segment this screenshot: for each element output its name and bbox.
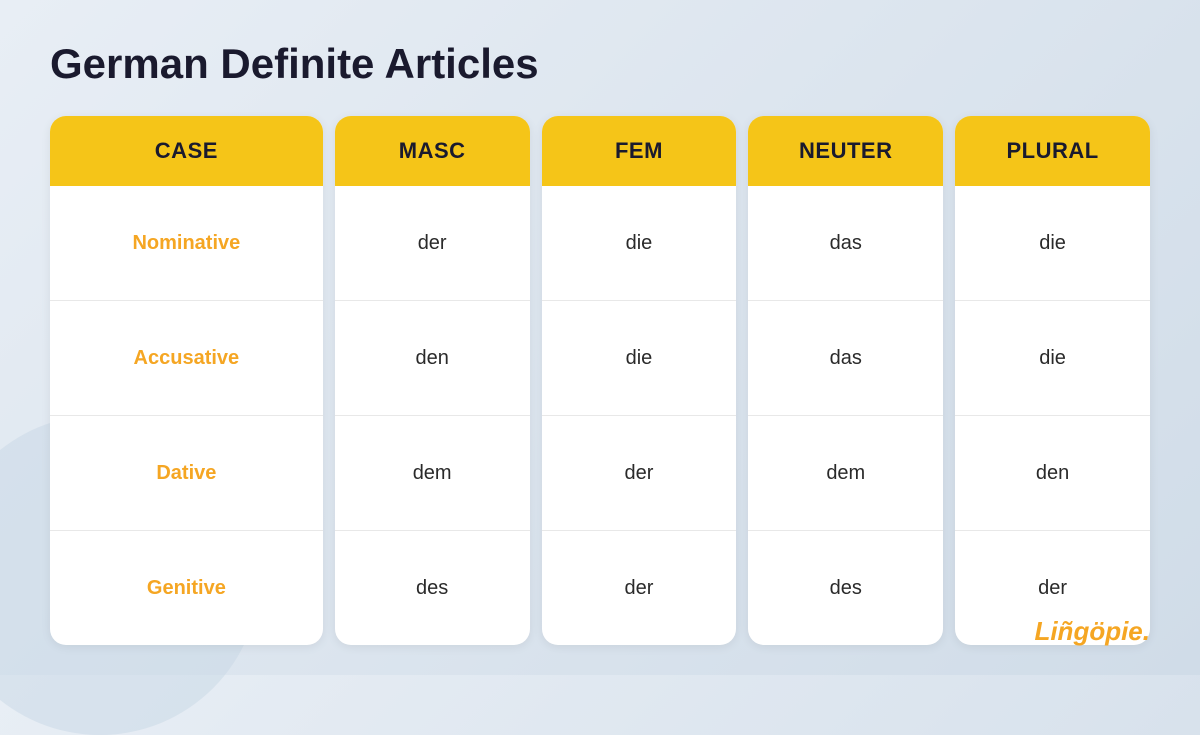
cell-case-row2: Dative	[50, 416, 323, 531]
cell-masc-row1: den	[335, 301, 530, 416]
cell-neuter-row3: des	[748, 531, 943, 645]
column-case: CASENominativeAccusativeDativeGenitive	[50, 116, 323, 645]
cell-neuter-row1: das	[748, 301, 943, 416]
col-body-plural: diediedender	[955, 186, 1150, 645]
col-header-masc: MASC	[335, 116, 530, 186]
column-plural: PLURALdiediedender	[955, 116, 1150, 645]
col-body-case: NominativeAccusativeDativeGenitive	[50, 186, 323, 645]
cell-case-row1: Accusative	[50, 301, 323, 416]
cell-neuter-row0: das	[748, 186, 943, 301]
cell-fem-row2: der	[542, 416, 737, 531]
col-body-masc: derdendemdes	[335, 186, 530, 645]
cell-neuter-row2: dem	[748, 416, 943, 531]
cell-plural-row0: die	[955, 186, 1150, 301]
col-body-fem: diediederder	[542, 186, 737, 645]
col-header-plural: PLURAL	[955, 116, 1150, 186]
cell-fem-row1: die	[542, 301, 737, 416]
col-header-case: CASE	[50, 116, 323, 186]
page-title: German Definite Articles	[50, 40, 1150, 88]
cell-fem-row3: der	[542, 531, 737, 645]
column-neuter: NEUTERdasdasdemdes	[748, 116, 943, 645]
articles-table: CASENominativeAccusativeDativeGenitiveMA…	[50, 116, 1150, 645]
column-fem: FEMdiediederder	[542, 116, 737, 645]
cell-case-row3: Genitive	[50, 531, 323, 645]
cell-masc-row2: dem	[335, 416, 530, 531]
col-header-neuter: NEUTER	[748, 116, 943, 186]
col-header-fem: FEM	[542, 116, 737, 186]
cell-plural-row2: den	[955, 416, 1150, 531]
cell-case-row0: Nominative	[50, 186, 323, 301]
brand-logo: Liñgöpie.	[1034, 616, 1150, 647]
cell-plural-row1: die	[955, 301, 1150, 416]
cell-masc-row3: des	[335, 531, 530, 645]
cell-fem-row0: die	[542, 186, 737, 301]
column-masc: MASCderdendemdes	[335, 116, 530, 645]
cell-masc-row0: der	[335, 186, 530, 301]
col-body-neuter: dasdasdemdes	[748, 186, 943, 645]
